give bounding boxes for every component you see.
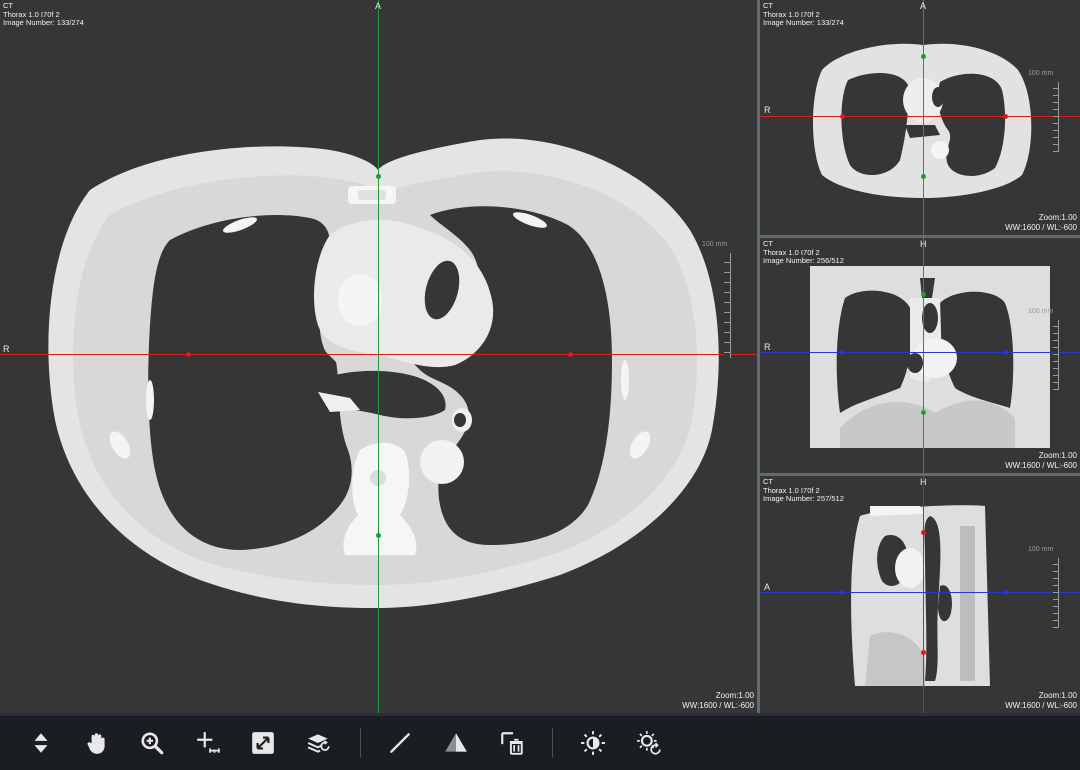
sagittal-ct-image (851, 505, 990, 686)
viewport-footer: Zoom:1.00 WW:1600 / WL:-600 (1005, 213, 1077, 232)
axial-crosshair-line[interactable] (760, 592, 1080, 593)
axial-viewport[interactable]: CT Thorax 1.0 I70f 2 Image Number: 133/274… (760, 0, 1080, 235)
orientation-top-label: H (920, 477, 927, 487)
viewport-info: CT Thorax 1.0 I70f 2 Image Number: 257/512 (763, 477, 844, 504)
sagittal-crosshair-line[interactable] (923, 238, 924, 473)
crosshair-handle[interactable] (921, 530, 926, 535)
crosshair-handle[interactable] (1003, 350, 1008, 355)
angle-measure-button[interactable] (441, 728, 471, 758)
scale-bar (1053, 320, 1059, 390)
scale-bar-label: 100 mm (702, 241, 728, 248)
scale-bar (1053, 82, 1059, 152)
toolbar-separator (360, 728, 361, 758)
reset-window-level-icon (637, 731, 661, 755)
crosshair-handle[interactable] (921, 410, 926, 415)
crosshair-handle[interactable] (568, 352, 573, 357)
crosshair-handle[interactable] (840, 590, 845, 595)
crosshair-handle[interactable] (1003, 590, 1008, 595)
sagittal-viewport[interactable]: CT Thorax 1.0 I70f 2 Image Number: 257/512… (760, 476, 1080, 713)
crosshair-handle[interactable] (1003, 114, 1008, 119)
window-level-button[interactable] (578, 728, 608, 758)
viewport-divider[interactable] (757, 0, 760, 713)
angle-measure-icon (445, 733, 467, 752)
zoom-label: Zoom:1.00 (715, 691, 754, 700)
scale-bar (1053, 558, 1059, 628)
viewport-info: CT Thorax 1.0 I70f 2 Image Number: 133/274 (3, 1, 84, 28)
orientation-left-label: A (764, 582, 771, 592)
line-measure-icon (390, 733, 410, 753)
pan-button[interactable] (82, 728, 112, 758)
scale-bar-label: 100 mm (1028, 70, 1054, 77)
orientation-top-label: H (920, 239, 927, 249)
crosshair-handle[interactable] (921, 174, 926, 179)
crosshair-handle[interactable] (376, 533, 381, 538)
crosshair-handle[interactable] (921, 650, 926, 655)
zoom-label: Zoom:1.00 (1038, 451, 1077, 460)
zoom-label: Zoom:1.00 (1038, 213, 1077, 222)
crosshair-handle[interactable] (921, 292, 926, 297)
viewport-divider[interactable] (760, 473, 1080, 476)
window-level-label: WW:1600 / WL:-600 (682, 700, 754, 710)
coronal-crosshair-line[interactable] (0, 354, 757, 355)
scroll-slices-icon (34, 733, 48, 753)
zoom-icon (141, 732, 164, 755)
zoom-label: Zoom:1.00 (1038, 691, 1077, 700)
coronal-viewport[interactable]: CT Thorax 1.0 I70f 2 Image Number: 256/512… (760, 238, 1080, 473)
crosshair-handle[interactable] (840, 114, 845, 119)
scroll-slices-button[interactable] (26, 728, 56, 758)
viewport-info: CT Thorax 1.0 I70f 2 Image Number: 256/512 (763, 239, 844, 266)
zoom-button[interactable] (137, 728, 167, 758)
toolbar-separator (552, 728, 553, 758)
bottom-toolbar (0, 716, 1080, 770)
orientation-left-label: R (764, 105, 771, 115)
coronal-ct-image (810, 266, 1050, 448)
scale-bar-label: 100 mm (1028, 308, 1054, 315)
pan-hand-icon (87, 733, 105, 754)
image-number-label: Image Number: 257/512 (763, 494, 844, 503)
orientation-left-label: R (3, 344, 10, 354)
window-level-label: WW:1600 / WL:-600 (1005, 222, 1077, 232)
main-axial-viewport[interactable]: CT Thorax 1.0 I70f 2 Image Number: 133/274… (0, 0, 757, 713)
reset-layers-button[interactable] (304, 728, 334, 758)
viewport-info: CT Thorax 1.0 I70f 2 Image Number: 133/274 (763, 1, 844, 28)
coronal-crosshair-line[interactable] (923, 476, 924, 713)
delete-annotations-icon (501, 732, 523, 755)
window-level-label: WW:1600 / WL:-600 (1005, 460, 1077, 470)
axial-thumbnail-image (813, 43, 1032, 198)
fit-to-window-icon (252, 732, 274, 754)
window-level-label: WW:1600 / WL:-600 (1005, 700, 1077, 710)
coronal-crosshair-line[interactable] (760, 116, 1080, 117)
reset-window-level-button[interactable] (634, 728, 664, 758)
line-measure-button[interactable] (385, 728, 415, 758)
orientation-top-label: A (920, 1, 927, 11)
image-number-label: Image Number: 133/274 (3, 18, 84, 27)
viewport-footer: Zoom:1.00 WW:1600 / WL:-600 (1005, 451, 1077, 470)
axial-crosshair-line[interactable] (760, 352, 1080, 353)
crosshair-handle[interactable] (840, 350, 845, 355)
reset-layers-icon (307, 734, 330, 753)
crosshair-measure-icon (197, 732, 220, 753)
crosshair-measure-button[interactable] (193, 728, 223, 758)
sagittal-crosshair-line[interactable] (923, 0, 924, 235)
orientation-left-label: R (764, 342, 771, 352)
window-level-icon (581, 731, 605, 755)
viewport-footer: Zoom:1.00 WW:1600 / WL:-600 (1005, 691, 1077, 710)
image-number-label: Image Number: 256/512 (763, 256, 844, 265)
viewport-divider[interactable] (760, 235, 1080, 238)
delete-annotations-button[interactable] (497, 728, 527, 758)
crosshair-handle[interactable] (376, 174, 381, 179)
fit-to-window-button[interactable] (248, 728, 278, 758)
viewport-footer: Zoom:1.00 WW:1600 / WL:-600 (682, 691, 754, 710)
crosshair-handle[interactable] (186, 352, 191, 357)
crosshair-handle[interactable] (921, 54, 926, 59)
scale-bar-label: 100 mm (1028, 546, 1054, 553)
scale-bar (724, 253, 731, 358)
orientation-top-label: A (375, 1, 382, 11)
sagittal-crosshair-line[interactable] (378, 0, 379, 713)
image-number-label: Image Number: 133/274 (763, 18, 844, 27)
